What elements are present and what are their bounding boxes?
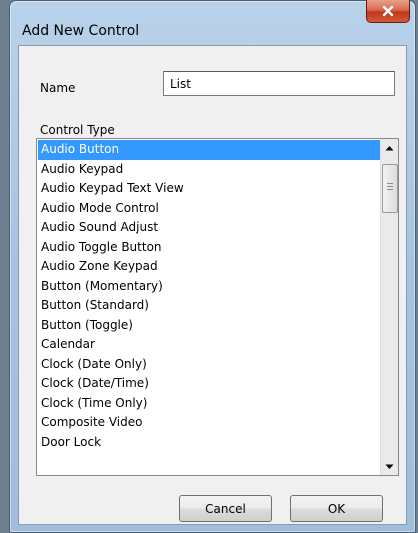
list-item[interactable]: Button (Momentary) [38,277,380,297]
control-type-list: Audio Button Audio Keypad Audio Keypad Tex… [38,140,380,474]
title-bar[interactable]: Add New Control [10,0,415,45]
close-button[interactable] [366,0,410,23]
ok-button[interactable]: OK [290,495,383,522]
scroll-thumb[interactable] [382,164,398,213]
name-input[interactable] [163,71,395,96]
close-icon [382,5,394,17]
list-item[interactable]: Audio Zone Keypad [38,257,380,277]
scroll-down-button[interactable] [381,458,398,475]
scroll-up-button[interactable] [381,139,398,156]
name-label: Name [40,81,76,95]
list-item[interactable]: Audio Keypad Text View [38,179,380,199]
list-item[interactable]: Audio Button [38,140,380,160]
list-item[interactable]: Button (Toggle) [38,316,380,336]
cancel-button[interactable]: Cancel [179,495,272,522]
arrow-up-icon [385,145,394,150]
dialog-title: Add New Control [22,23,140,39]
dialog-body: Name Control Type Audio ButtonAudio Keyp… [18,45,407,525]
list-item[interactable]: Audio Keypad [38,160,380,180]
list-item[interactable]: Clock (Date/Time) [38,374,380,394]
list-item[interactable]: Composite Video [38,413,380,433]
arrow-down-icon [385,464,394,469]
list-item[interactable]: Calendar [38,335,380,355]
list-item[interactable]: Button (Standard) [38,296,380,316]
list-item[interactable]: Clock (Time Only) [38,394,380,414]
dialog-window: Add New Control Name Control Type Audio … [9,0,416,533]
list-item[interactable]: Audio Sound Adjust [38,218,380,238]
grip-line [387,189,393,190]
grip-line [387,186,393,187]
vertical-scrollbar[interactable] [380,139,398,475]
list-item[interactable]: Door Lock [38,433,380,453]
control-type-label: Control Type [40,123,115,137]
list-item[interactable]: Audio Toggle Button [38,238,380,258]
control-type-listbox[interactable]: Audio Button Audio Keypad Audio Keypad Tex… [36,138,399,476]
grip-line [387,183,393,184]
list-item[interactable]: Clock (Date Only) [38,355,380,375]
list-item[interactable]: Audio Mode Control [38,199,380,219]
